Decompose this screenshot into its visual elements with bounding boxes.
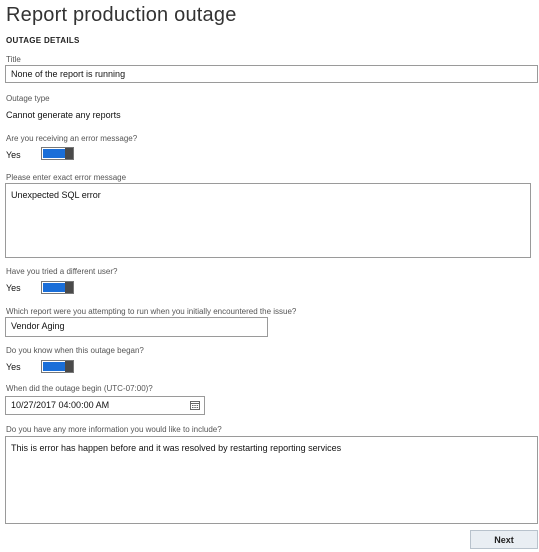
- toggle-knob[interactable]: [65, 148, 73, 159]
- title-field[interactable]: None of the report is running: [5, 65, 538, 83]
- different-user-question: Have you tried a different user?: [6, 267, 118, 276]
- toggle-fill: [43, 149, 65, 158]
- outage-began-toggle-label: Yes: [6, 362, 21, 372]
- toggle-fill: [43, 362, 65, 371]
- section-heading-outage-details: OUTAGE DETAILS: [6, 36, 80, 45]
- outage-begin-datetime-field[interactable]: 10/27/2017 04:00:00 AM: [5, 396, 205, 415]
- outage-began-question: Do you know when this outage began?: [6, 346, 144, 355]
- page-title: Report production outage: [6, 4, 237, 26]
- next-button[interactable]: Next: [470, 530, 538, 549]
- outage-begin-label: When did the outage begin (UTC-07:00)?: [6, 384, 153, 393]
- toggle-knob[interactable]: [65, 282, 73, 293]
- error-message-toggle[interactable]: [41, 147, 74, 160]
- outage-began-toggle[interactable]: [41, 360, 74, 373]
- exact-error-label: Please enter exact error message: [6, 173, 127, 182]
- toggle-knob[interactable]: [65, 361, 73, 372]
- toggle-fill: [43, 283, 65, 292]
- calendar-icon[interactable]: [190, 401, 200, 410]
- error-message-toggle-label: Yes: [6, 150, 21, 160]
- outage-begin-value: 10/27/2017 04:00:00 AM: [11, 400, 110, 410]
- different-user-toggle-label: Yes: [6, 283, 21, 293]
- report-attempted-field[interactable]: Vendor Aging: [5, 317, 268, 337]
- outage-type-label: Outage type: [6, 94, 50, 103]
- title-label: Title: [6, 55, 21, 64]
- exact-error-textarea[interactable]: Unexpected SQL error: [5, 183, 531, 258]
- report-attempted-label: Which report were you attempting to run …: [6, 307, 297, 316]
- outage-type-value: Cannot generate any reports: [6, 110, 121, 120]
- more-info-textarea[interactable]: This is error has happen before and it w…: [5, 436, 538, 524]
- different-user-toggle[interactable]: [41, 281, 74, 294]
- more-info-label: Do you have any more information you wou…: [6, 425, 222, 434]
- error-message-question: Are you receiving an error message?: [6, 134, 138, 143]
